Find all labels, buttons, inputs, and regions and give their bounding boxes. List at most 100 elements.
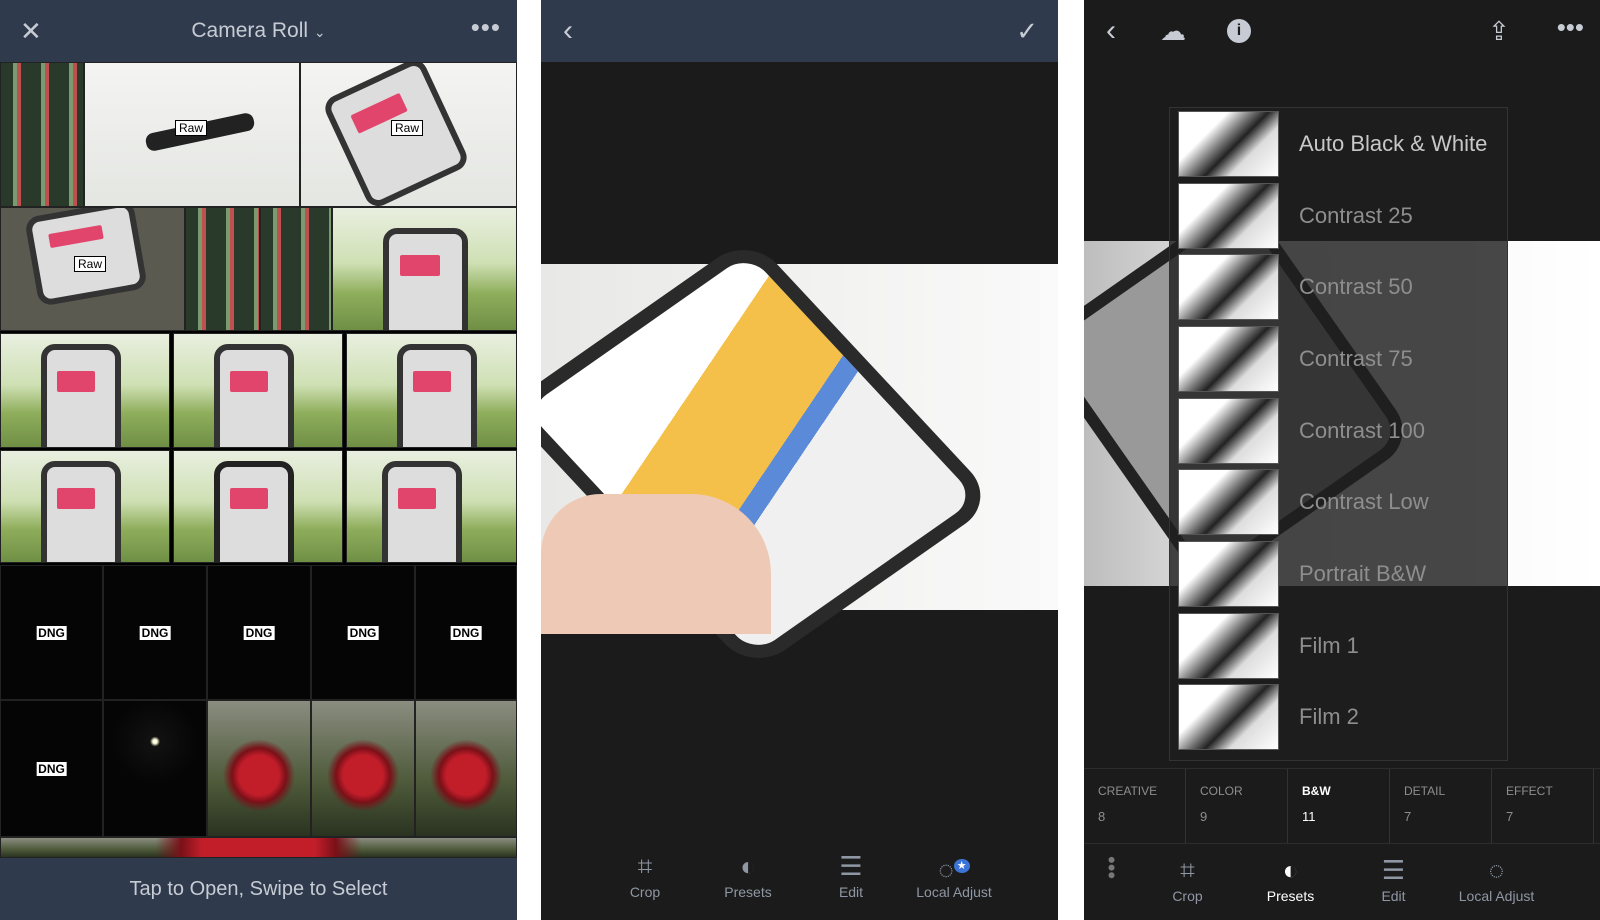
presets-button[interactable]: ◐ Presets: [697, 848, 800, 900]
edit-button[interactable]: ☰ Edit: [800, 848, 903, 900]
local-adjust-label: Local Adjust: [1458, 888, 1535, 904]
album-selector[interactable]: Camera Roll ⌄: [0, 19, 517, 43]
dng-thumbnail[interactable]: DNG: [311, 565, 415, 700]
edit-label: Edit: [1381, 888, 1406, 904]
photo-thumbnail[interactable]: [173, 333, 343, 448]
dng-thumbnail[interactable]: DNG: [0, 565, 103, 700]
preset-item[interactable]: Auto Black & White: [1170, 108, 1507, 180]
category-count: 9: [1200, 809, 1208, 824]
info-icon[interactable]: i: [1227, 19, 1251, 43]
preset-thumbnail: [1178, 612, 1279, 679]
editor-header: ‹ ✓: [541, 0, 1058, 62]
presets-toolbar: ⌗ Crop ◐ Presets ☰ Edit ◌ Local Adjust: [1084, 852, 1600, 904]
preset-item[interactable]: Film 2: [1170, 682, 1507, 754]
preset-label: Contrast 75: [1299, 345, 1413, 371]
dng-badge: DNG: [347, 625, 379, 640]
photo-thumbnail-row-partial[interactable]: [0, 837, 517, 858]
category-count: 7: [1506, 809, 1514, 824]
photo-thumbnail[interactable]: [332, 207, 517, 331]
presets-label: Presets: [1266, 888, 1315, 904]
photo-thumbnail[interactable]: [260, 207, 332, 331]
photo-thumbnail[interactable]: [0, 450, 170, 563]
chevron-left-icon[interactable]: ‹: [1106, 16, 1116, 46]
share-icon[interactable]: ⇪: [1488, 18, 1510, 44]
presets-panel: ‹ ☁ i ⇪ ••• Auto Black & White Contrast …: [1084, 0, 1600, 920]
presets-button[interactable]: ◐ Presets: [1239, 852, 1342, 904]
photo-thumbnail[interactable]: Raw: [0, 207, 185, 331]
preset-label: Film 1: [1299, 632, 1359, 658]
preset-thumbnail: [1178, 469, 1279, 536]
presets-icon: ◐: [1282, 855, 1299, 885]
preset-categories: CREATIVE 8 COLOR 9 B&W 11 DETAIL 7 EFFECT 7: [1084, 768, 1600, 844]
dng-thumbnail[interactable]: DNG: [103, 565, 207, 700]
local-adjust-button[interactable]: ◌ ★ Local Adjust: [903, 848, 1006, 900]
photo-thumbnail[interactable]: [346, 333, 517, 448]
photo-thumbnail[interactable]: [0, 62, 84, 207]
preset-thumbnail: [1178, 397, 1279, 464]
photo-thumbnail[interactable]: [207, 700, 311, 837]
dng-thumbnail[interactable]: DNG: [207, 565, 311, 700]
category-bw[interactable]: B&W 11: [1288, 769, 1390, 843]
photo-thumbnail[interactable]: [415, 700, 517, 837]
dng-badge: DNG: [36, 761, 67, 776]
dng-thumbnail[interactable]: DNG: [0, 700, 103, 837]
photo-thumbnail[interactable]: Raw: [300, 62, 517, 207]
preset-thumbnail: [1178, 110, 1279, 177]
more-icon[interactable]: •••: [471, 14, 501, 40]
preset-item[interactable]: Contrast 25: [1170, 180, 1507, 252]
photo-thumbnail[interactable]: [311, 700, 415, 837]
local-adjust-icon: ◌ ★: [903, 848, 1006, 885]
crop-icon: ⌗: [637, 851, 653, 881]
crop-icon: ⌗: [1180, 855, 1195, 885]
category-label: B&W: [1302, 784, 1331, 798]
category-count: 11: [1302, 809, 1316, 824]
presets-label: Presets: [724, 884, 772, 900]
photo-thumbnail[interactable]: [0, 333, 170, 448]
chevron-left-icon[interactable]: ‹: [563, 16, 573, 46]
dng-thumbnail[interactable]: DNG: [415, 565, 517, 700]
photo-thumbnail[interactable]: [103, 700, 207, 837]
category-detail[interactable]: DETAIL 7: [1390, 769, 1492, 843]
category-label: COLOR: [1200, 784, 1243, 798]
dng-badge: DNG: [450, 625, 482, 640]
crop-button[interactable]: ⌗ Crop: [1136, 852, 1239, 904]
photo-preview[interactable]: [541, 235, 1058, 673]
preset-item[interactable]: Contrast Low: [1170, 466, 1507, 538]
category-effect[interactable]: EFFECT 7: [1492, 769, 1594, 843]
dng-badge: DNG: [243, 625, 275, 640]
preset-thumbnail: [1178, 254, 1279, 321]
photo-thumbnail[interactable]: [185, 207, 260, 331]
checkmark-icon[interactable]: ✓: [1016, 18, 1038, 44]
cloud-icon[interactable]: ☁: [1160, 18, 1186, 44]
editor-panel: ‹ ✓ ⌗ Crop ◐ Presets ☰ Edit ◌ ★ Local Adjust: [541, 0, 1058, 920]
preset-item[interactable]: Portrait B&W: [1170, 538, 1507, 610]
crop-button[interactable]: ⌗ Crop: [594, 848, 697, 900]
preset-label: Contrast 25: [1299, 202, 1413, 228]
dng-badge: DNG: [139, 625, 171, 640]
photo-thumbnail[interactable]: [346, 450, 517, 563]
edit-button[interactable]: ☰ Edit: [1342, 852, 1445, 904]
local-adjust-button[interactable]: ◌ Local Adjust: [1445, 852, 1548, 904]
preset-item[interactable]: Contrast 100: [1170, 395, 1507, 467]
local-adjust-icon: ◌: [1488, 855, 1505, 885]
preset-label: Contrast 100: [1299, 417, 1425, 443]
category-creative[interactable]: CREATIVE 8: [1084, 769, 1186, 843]
preset-thumbnail: [1178, 325, 1279, 392]
raw-badge: Raw: [391, 120, 424, 136]
more-icon[interactable]: •••: [1557, 14, 1584, 40]
local-adjust-label: Local Adjust: [916, 884, 992, 900]
photo-thumbnail[interactable]: Raw: [84, 62, 300, 207]
camera-roll-panel: ✕ Camera Roll ⌄ ••• Raw Raw Raw DNG DNG …: [0, 0, 517, 920]
category-label: EFFECT: [1506, 784, 1553, 798]
preset-label: Auto Black & White: [1299, 130, 1488, 156]
category-count: 7: [1404, 809, 1412, 824]
editor-toolbar: ⌗ Crop ◐ Presets ☰ Edit ◌ ★ Local Adjust: [541, 848, 1058, 900]
preset-thumbnail: [1178, 684, 1279, 751]
preset-item[interactable]: Film 1: [1170, 610, 1507, 682]
photo-thumbnail[interactable]: [173, 450, 343, 563]
preset-item[interactable]: Contrast 75: [1170, 323, 1507, 395]
category-color[interactable]: COLOR 9: [1186, 769, 1288, 843]
presets-icon: ◐: [740, 851, 756, 881]
preset-item[interactable]: Contrast 50: [1170, 251, 1507, 323]
sliders-icon: ☰: [1381, 855, 1406, 885]
